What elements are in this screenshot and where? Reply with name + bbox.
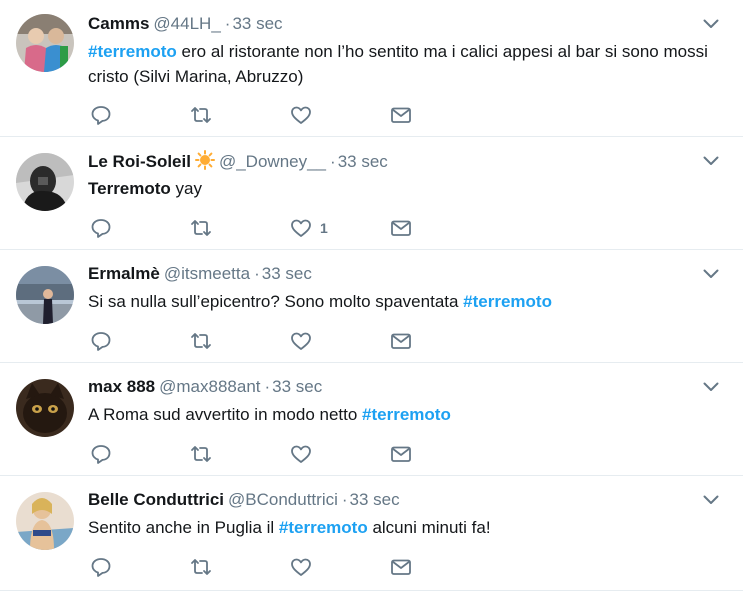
author-handle[interactable]: @_Downey__ — [219, 152, 326, 171]
like-icon — [291, 106, 311, 124]
tweet-text-segment: yay — [170, 179, 202, 198]
retweet-icon — [191, 333, 211, 349]
tweet-header: max 888 @max888ant · 33 sec — [88, 376, 322, 398]
separator: · — [341, 490, 348, 509]
avatar[interactable] — [16, 266, 74, 324]
tweet-text: Si sa nulla sull’epicentro? Sono molto s… — [88, 289, 708, 314]
like-icon — [291, 558, 311, 576]
like-button[interactable] — [290, 104, 320, 126]
tweet-header: Ermalmè @itsmeetta · 33 sec — [88, 263, 312, 285]
avatar[interactable] — [16, 492, 74, 550]
author-name[interactable]: Belle Conduttrici — [88, 490, 224, 509]
tweet-text-segment: Si sa nulla sull’epicentro? Sono molto s… — [88, 292, 464, 311]
author-handle[interactable]: @44LH_ — [153, 14, 220, 33]
message-icon — [391, 559, 411, 575]
like-icon — [291, 332, 311, 350]
author-name[interactable]: max 888 — [88, 377, 155, 396]
timestamp[interactable]: 33 sec — [262, 264, 312, 283]
timestamp[interactable]: 33 sec — [350, 490, 400, 509]
reply-icon — [91, 558, 111, 577]
like-icon — [291, 219, 311, 237]
tweet-item[interactable]: Camms @44LH_ · 33 sec #terremoto ero al ris… — [0, 0, 743, 137]
tweet-text: A Roma sud avvertito in modo netto #terr… — [88, 402, 708, 427]
tweet-item[interactable]: Le Roi-Soleil @_Downey__ · 33 sec Terremoto… — [0, 137, 743, 250]
avatar[interactable] — [16, 379, 74, 437]
reply-button[interactable] — [90, 556, 112, 578]
message-icon — [391, 220, 411, 236]
like-icon — [291, 445, 311, 463]
author-handle[interactable]: @itsmeetta — [164, 264, 250, 283]
direct-message-button[interactable] — [390, 217, 412, 239]
like-button[interactable] — [290, 330, 320, 352]
author-name[interactable]: Le Roi-Soleil — [88, 152, 191, 171]
timestamp[interactable]: 33 sec — [338, 152, 388, 171]
separator: · — [254, 264, 260, 283]
reply-button[interactable] — [90, 104, 112, 126]
chevron-down-icon[interactable] — [703, 494, 719, 506]
hashtag-link[interactable]: #terremoto — [362, 405, 451, 424]
chevron-down-icon[interactable] — [703, 268, 719, 280]
retweet-icon — [191, 446, 211, 462]
chevron-down-icon[interactable] — [703, 381, 719, 393]
chevron-down-icon[interactable] — [703, 18, 719, 30]
separator: · — [264, 377, 271, 396]
tweet-timeline: Camms @44LH_ · 33 sec #terremoto ero al ris… — [0, 0, 743, 591]
sun-icon — [194, 150, 215, 170]
author-handle[interactable]: @max888ant — [159, 377, 260, 396]
reply-icon — [91, 106, 111, 125]
direct-message-button[interactable] — [390, 330, 412, 352]
message-icon — [391, 333, 411, 349]
tweet-text-segment: A Roma sud avvertito in modo netto — [88, 405, 363, 424]
reply-button[interactable] — [90, 443, 112, 465]
retweet-icon — [191, 107, 211, 123]
message-icon — [391, 107, 411, 123]
separator: · — [224, 14, 231, 33]
avatar[interactable] — [16, 153, 74, 211]
like-count: 1 — [320, 220, 328, 236]
retweet-button[interactable] — [190, 330, 212, 352]
tweet-text-segment: ero al ristorante non l’ho sentito ma i … — [88, 42, 708, 86]
chevron-down-icon[interactable] — [703, 155, 719, 167]
reply-icon — [91, 445, 111, 464]
tweet-text-segment: Sentito anche in Puglia il — [88, 518, 279, 537]
retweet-button[interactable] — [190, 217, 212, 239]
retweet-icon — [191, 559, 211, 575]
tweet-text-segment: alcuni minuti fa! — [367, 518, 491, 537]
reply-button[interactable] — [90, 217, 112, 239]
reply-button[interactable] — [90, 330, 112, 352]
timestamp[interactable]: 33 sec — [272, 377, 322, 396]
tweet-text: Terremoto yay — [88, 176, 708, 201]
tweet-item[interactable]: Belle Conduttrici @BConduttrici · 33 sec Se… — [0, 476, 743, 591]
tweet-item[interactable]: max 888 @max888ant · 33 sec A Roma sud avve… — [0, 363, 743, 476]
retweet-button[interactable] — [190, 556, 212, 578]
tweet-item[interactable]: Ermalmè @itsmeetta · 33 sec Si sa nulla sul… — [0, 250, 743, 363]
tweet-header: Le Roi-Soleil @_Downey__ · 33 sec — [88, 150, 388, 173]
message-icon — [391, 446, 411, 462]
tweet-header: Belle Conduttrici @BConduttrici · 33 sec — [88, 489, 400, 511]
direct-message-button[interactable] — [390, 443, 412, 465]
author-name[interactable]: Camms — [88, 14, 149, 33]
direct-message-button[interactable] — [390, 104, 412, 126]
retweet-icon — [191, 220, 211, 236]
separator: · — [330, 152, 336, 171]
timestamp[interactable]: 33 sec — [232, 14, 282, 33]
hashtag-link[interactable]: #terremoto — [88, 42, 177, 61]
hashtag-link[interactable]: #terremoto — [463, 292, 552, 311]
like-button[interactable]: 1 — [290, 217, 328, 239]
tweet-text: #terremoto ero al ristorante non l’ho se… — [88, 39, 708, 89]
reply-icon — [91, 219, 111, 238]
like-button[interactable] — [290, 556, 320, 578]
like-button[interactable] — [290, 443, 320, 465]
retweet-button[interactable] — [190, 104, 212, 126]
retweet-button[interactable] — [190, 443, 212, 465]
direct-message-button[interactable] — [390, 556, 412, 578]
reply-icon — [91, 332, 111, 351]
avatar[interactable] — [16, 14, 74, 72]
tweet-header: Camms @44LH_ · 33 sec — [88, 13, 283, 35]
tweet-text-segment: Terremoto — [88, 179, 171, 198]
hashtag-link[interactable]: #terremoto — [279, 518, 368, 537]
tweet-text: Sentito anche in Puglia il #terremoto al… — [88, 515, 708, 540]
author-handle[interactable]: @BConduttrici — [228, 490, 338, 509]
author-name[interactable]: Ermalmè — [88, 264, 160, 283]
